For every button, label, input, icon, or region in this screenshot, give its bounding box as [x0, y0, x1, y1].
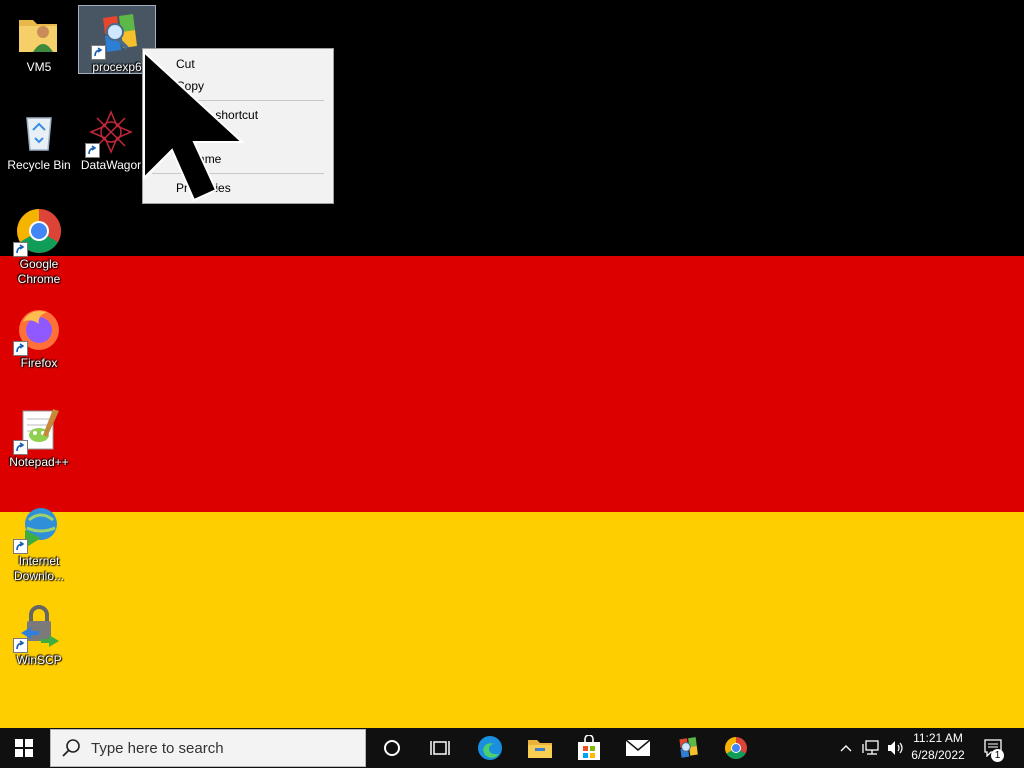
folder-user-icon: [15, 10, 63, 58]
clock-date: 6/28/2022: [911, 748, 965, 762]
datawagor-icon: [85, 108, 135, 158]
flag-band-red: [0, 256, 1024, 512]
search-placeholder: Type here to search: [91, 739, 224, 757]
taskbar-search-box[interactable]: Type here to search: [50, 729, 366, 767]
shortcut-arrow-icon: [13, 539, 28, 554]
windows-logo-icon: [15, 739, 33, 757]
menu-item-create-shortcut[interactable]: Create shortcut: [143, 104, 333, 126]
mail-icon: [625, 739, 651, 756]
notepadpp-icon: [13, 405, 63, 455]
firefox-icon: [13, 306, 63, 356]
flag-band-gold: [0, 512, 1024, 728]
network-icon: [862, 740, 879, 755]
shortcut-arrow-icon: [13, 341, 28, 356]
edge-icon: [478, 736, 502, 760]
shortcut-arrow-icon: [13, 440, 28, 455]
chrome-icon: [13, 207, 63, 257]
cortana-icon: [384, 740, 400, 756]
notification-count-badge: 1: [991, 749, 1004, 762]
file-explorer-icon: [528, 740, 552, 758]
menu-separator: [152, 173, 324, 174]
start-button[interactable]: [0, 728, 48, 768]
desktop-icon-label: Notepad++: [9, 455, 69, 469]
desktop-icon-label: DataWagor: [80, 158, 142, 172]
process-explorer-icon: [679, 737, 698, 758]
context-menu: Cut Copy Create shortcut Delete Rename P…: [142, 48, 334, 204]
taskbar-store[interactable]: [565, 728, 613, 768]
shortcut-arrow-icon: [13, 242, 28, 257]
desktop-icon-recycle-bin[interactable]: Recycle Bin: [1, 104, 77, 173]
taskbar: Type here to search 11:21 AM 6/28/2022 1: [0, 728, 1024, 768]
taskbar-clock[interactable]: 11:21 AM 6/28/2022: [904, 730, 972, 764]
taskbar-process-explorer[interactable]: [663, 728, 711, 768]
taskbar-file-explorer[interactable]: [516, 728, 564, 768]
desktop-icon-datawagor[interactable]: DataWagor: [73, 104, 149, 173]
search-icon: [62, 739, 80, 757]
desktop-icon-google-chrome[interactable]: Google Chrome: [1, 203, 77, 287]
desktop-icon-label: Recycle Bin: [7, 158, 71, 172]
taskbar-chrome[interactable]: [712, 728, 760, 768]
show-hidden-icons-button[interactable]: [836, 728, 856, 768]
idm-icon: [13, 504, 63, 554]
menu-item-properties[interactable]: Properties: [143, 177, 333, 199]
network-tray-button[interactable]: [860, 728, 882, 768]
menu-separator: [152, 100, 324, 101]
recycle-bin-icon: [15, 108, 63, 156]
desktop-icon-internet-download-manager[interactable]: Internet Downlo...: [1, 500, 77, 584]
task-view-button[interactable]: [416, 728, 464, 768]
desktop-icon-label: Internet Downlo...: [13, 554, 65, 583]
clock-time: 11:21 AM: [913, 731, 963, 745]
store-icon: [578, 735, 600, 760]
taskbar-edge[interactable]: [466, 728, 514, 768]
desktop-icon-firefox[interactable]: Firefox: [1, 302, 77, 371]
desktop-icon-winscp[interactable]: WinSCP: [1, 599, 77, 668]
menu-item-rename[interactable]: Rename: [143, 148, 333, 170]
shortcut-arrow-icon: [85, 143, 100, 158]
menu-item-cut[interactable]: Cut: [143, 53, 333, 75]
desktop-icon-label: VM5: [26, 60, 52, 74]
menu-item-copy[interactable]: Copy: [143, 75, 333, 97]
winscp-icon: [13, 603, 63, 653]
task-view-icon: [430, 741, 450, 755]
menu-item-delete[interactable]: Delete: [143, 126, 333, 148]
volume-tray-button[interactable]: [884, 728, 906, 768]
chrome-icon: [725, 737, 747, 759]
taskbar-mail[interactable]: [614, 728, 662, 768]
desktop-icon-vm5[interactable]: VM5: [1, 6, 77, 75]
shortcut-arrow-icon: [91, 45, 106, 60]
desktop-icon-label: WinSCP: [16, 653, 62, 667]
desktop-icon-label: Google Chrome: [17, 257, 61, 286]
chevron-up-icon: [840, 745, 852, 752]
desktop-icon-label: Firefox: [20, 356, 58, 370]
cortana-button[interactable]: [368, 728, 416, 768]
desktop[interactable]: VM5 procexp6 Recycle Bin DataWagor Googl…: [0, 0, 1024, 728]
desktop-icon-notepadpp[interactable]: Notepad++: [1, 401, 77, 470]
shortcut-arrow-icon: [13, 638, 28, 653]
process-explorer-icon: [91, 10, 141, 60]
action-center-button[interactable]: 1: [978, 728, 1010, 768]
speaker-icon: [888, 741, 903, 755]
